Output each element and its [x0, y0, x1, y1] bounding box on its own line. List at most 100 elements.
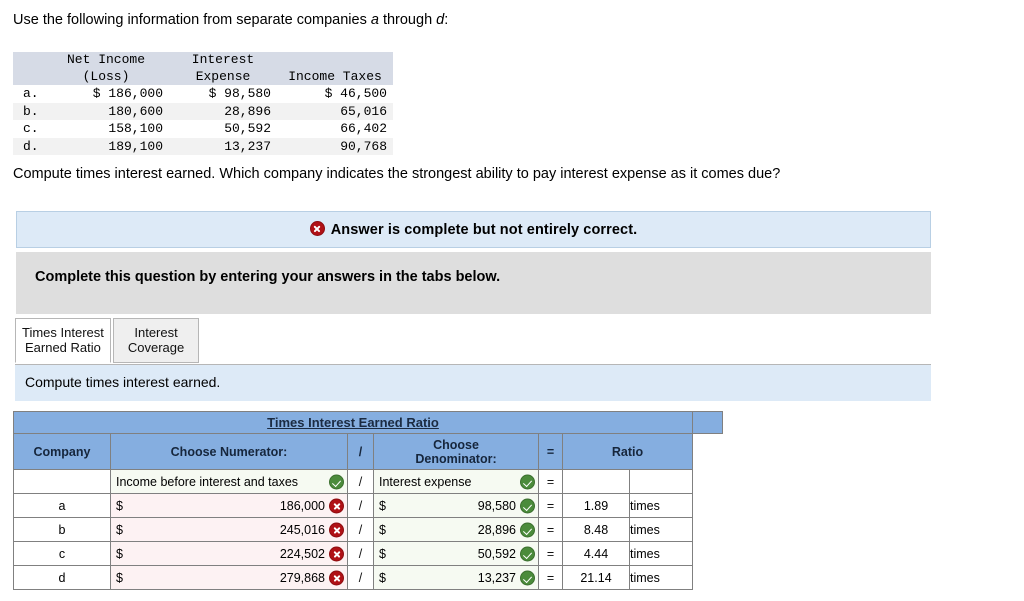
cell-slash: /	[347, 541, 374, 566]
numerator-choice-select[interactable]: Income before interest and taxes	[110, 469, 348, 494]
check-icon	[520, 498, 535, 513]
given-header-spacer-2	[13, 68, 43, 85]
currency-symbol: $	[379, 522, 386, 537]
cell-company: b	[13, 517, 111, 542]
cell-slash: /	[347, 517, 374, 542]
given-header-spacer	[13, 52, 43, 69]
given-cell-interest-expense: 13,237	[224, 138, 271, 154]
given-cell-income-taxes: 90,768	[340, 138, 387, 154]
cell-ratio-blank	[562, 469, 630, 494]
currency-symbol: $	[116, 546, 123, 561]
denominator-input[interactable]: $ 98,580	[373, 493, 539, 518]
denominator-value: 50,592	[477, 546, 516, 561]
given-row-label: d.	[23, 138, 39, 154]
check-icon	[520, 546, 535, 561]
check-icon	[329, 474, 344, 489]
cell-company: c	[13, 541, 111, 566]
currency-symbol: $	[116, 522, 123, 537]
x-icon	[329, 498, 344, 513]
numerator-input[interactable]: $ 186,000	[110, 493, 348, 518]
numerator-value: 224,502	[279, 546, 325, 561]
tab-interest-coverage[interactable]: Interest Coverage	[112, 318, 200, 363]
currency-symbol: $	[379, 570, 386, 585]
given-row-label: a.	[23, 86, 39, 101]
check-icon	[520, 570, 535, 585]
instruction-block: Complete this question by entering your …	[16, 252, 931, 314]
given-header-net-income-line1: Net Income	[43, 52, 169, 69]
given-header-row-1: Net Income Interest	[13, 52, 393, 69]
currency-symbol: $	[116, 498, 123, 513]
cell-company: a	[13, 493, 111, 518]
cell-ratio-value: 4.44	[562, 541, 630, 566]
cell-equals: =	[538, 565, 563, 590]
answer-table-title-row: Times Interest Earned Ratio	[13, 411, 723, 434]
column-header-choose-denominator: Choose Denominator:	[373, 433, 539, 470]
given-header-taxes-line1	[277, 52, 393, 69]
status-badge: Answer is complete but not entirely corr…	[309, 221, 638, 238]
cell-times-label: times	[629, 565, 693, 590]
answer-table-wrap: Times Interest Earned Ratio Company Choo…	[13, 411, 723, 590]
cell-ratio-value: 21.14	[562, 565, 630, 590]
given-row-label: c.	[23, 121, 39, 136]
given-header-row-2: (Loss) Expense Income Taxes	[13, 68, 393, 85]
column-header-equals: =	[538, 433, 563, 470]
cell-equals: =	[538, 469, 563, 494]
given-row-label: b.	[23, 103, 39, 119]
given-header-net-income-line2: (Loss)	[43, 68, 169, 85]
denominator-input[interactable]: $ 50,592	[373, 541, 539, 566]
table-row: c $ 224,502 / $ 50,592 = 4.44 times	[13, 541, 723, 566]
cell-times-label: times	[629, 493, 693, 518]
intro-text: Use the following information from separ…	[13, 11, 448, 29]
table-row: a. $ 186,000 $ 98,580 $ 46,500	[13, 85, 393, 103]
column-header-choose-numerator: Choose Numerator:	[110, 433, 348, 470]
column-header-company: Company	[13, 433, 111, 470]
given-cell-interest-expense: 28,896	[224, 103, 271, 119]
column-header-ratio: Ratio	[562, 433, 693, 470]
column-header-slash: /	[347, 433, 374, 470]
cell-times-blank	[629, 469, 693, 494]
given-cell-net-income: 158,100	[108, 121, 163, 136]
answer-table-title-underline: Times Interest Earned Ratio	[267, 415, 439, 430]
given-cell-income-taxes: 65,016	[340, 103, 387, 119]
intro-text-before: Use the following information from separ…	[13, 12, 371, 28]
given-table-head: Net Income Interest (Loss) Expense Incom…	[13, 52, 393, 85]
denominator-choice-label: Interest expense	[379, 474, 472, 489]
answer-table-header-row: Company Choose Numerator: / Choose Denom…	[13, 433, 723, 470]
table-row: d $ 279,868 / $ 13,237 = 21.14 times	[13, 565, 723, 590]
denominator-input[interactable]: $ 28,896	[373, 517, 539, 542]
status-banner-text: Answer is complete but not entirely corr…	[330, 222, 638, 238]
cell-times-label: times	[629, 517, 693, 542]
question-text: Compute times interest earned. Which com…	[13, 166, 781, 182]
check-icon	[520, 474, 535, 489]
numerator-input[interactable]: $ 224,502	[110, 541, 348, 566]
sub-prompt-bar: Compute times interest earned.	[15, 365, 931, 401]
intro-company-a: a	[370, 12, 379, 28]
denominator-choice-select[interactable]: Interest expense	[373, 469, 539, 494]
x-icon	[329, 570, 344, 585]
table-row: b. 180,600 28,896 65,016	[13, 102, 393, 120]
denominator-value: 13,237	[477, 570, 516, 585]
given-header-interest-line1: Interest	[169, 52, 277, 69]
currency-symbol: $	[379, 546, 386, 561]
table-row: d. 189,100 13,237 90,768	[13, 137, 393, 155]
sub-prompt-text: Compute times interest earned.	[25, 374, 221, 390]
tab-times-interest-earned-ratio[interactable]: Times Interest Earned Ratio	[15, 318, 111, 363]
cell-ratio-value: 8.48	[562, 517, 630, 542]
given-cell-income-taxes: $ 46,500	[324, 86, 387, 101]
currency-symbol: $	[116, 570, 123, 585]
denominator-input[interactable]: $ 13,237	[373, 565, 539, 590]
numerator-input[interactable]: $ 279,868	[110, 565, 348, 590]
tab-bar: Times Interest Earned Ratio Interest Cov…	[15, 318, 200, 363]
answer-table-title: Times Interest Earned Ratio	[13, 411, 693, 434]
table-row: a $ 186,000 / $ 98,580 = 1.89 times	[13, 493, 723, 518]
cell-ratio-value: 1.89	[562, 493, 630, 518]
worksheet-page: Use the following information from separ…	[0, 0, 1024, 601]
intro-text-after: :	[444, 12, 449, 28]
cell-slash: /	[347, 469, 374, 494]
table-row: Income before interest and taxes / Inter…	[13, 469, 723, 494]
denominator-value: 28,896	[477, 522, 516, 537]
numerator-input[interactable]: $ 245,016	[110, 517, 348, 542]
x-icon	[329, 546, 344, 561]
cell-company: d	[13, 565, 111, 590]
given-cell-interest-expense: 50,592	[224, 121, 271, 136]
